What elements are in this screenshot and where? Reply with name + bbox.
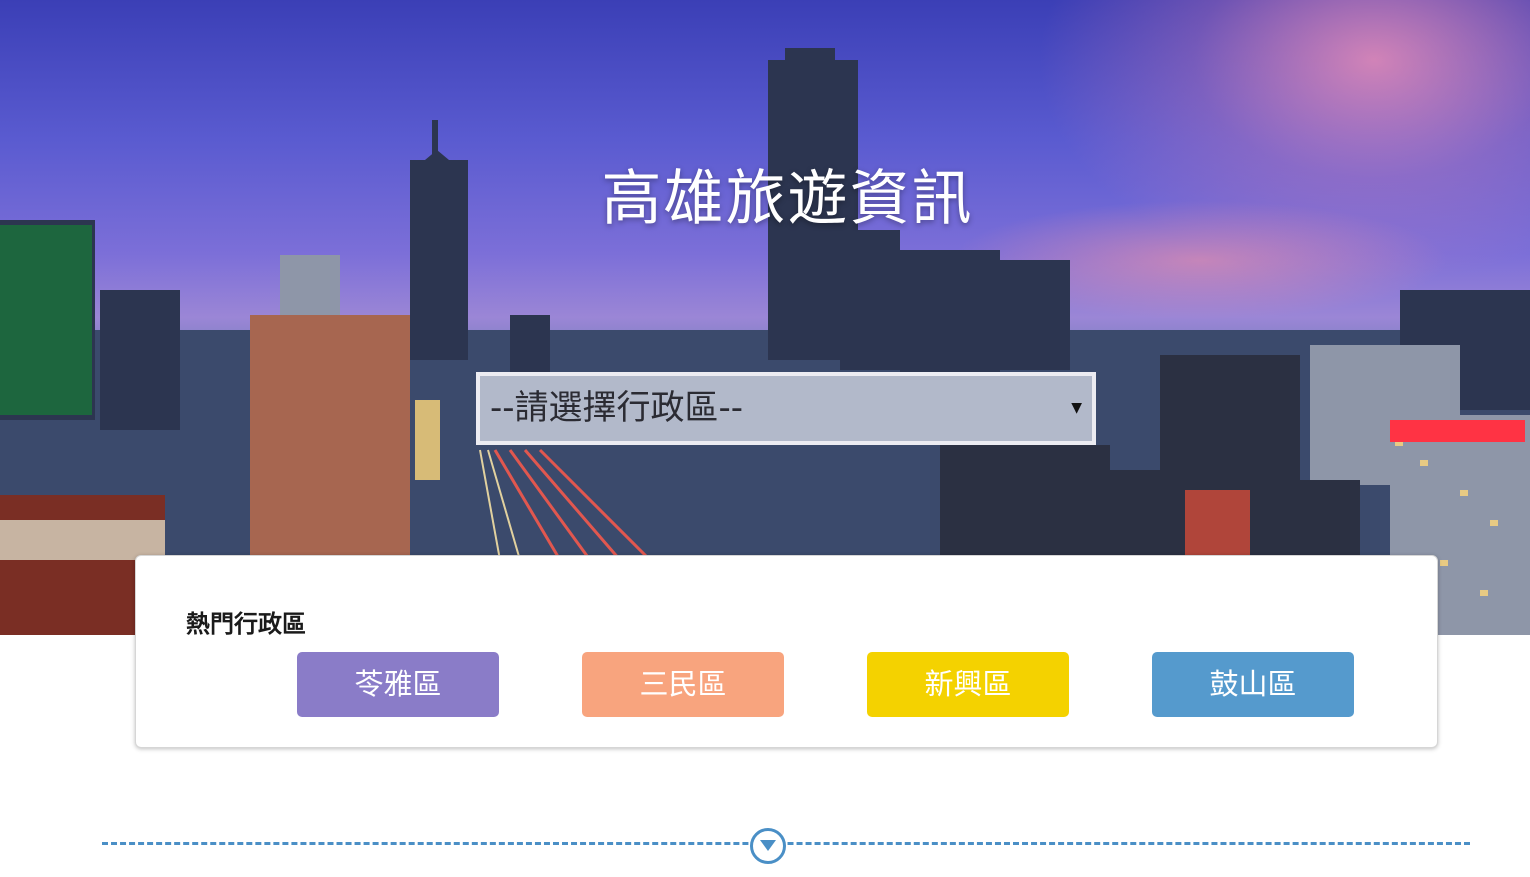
district-button-lingya[interactable]: 苓雅區 [297, 652, 499, 717]
district-select[interactable]: --請選擇行政區-- ▼ [476, 372, 1096, 445]
hero-banner: 高雄旅遊資訊 --請選擇行政區-- ▼ [0, 0, 1530, 635]
page-title: 高雄旅遊資訊 [601, 164, 974, 234]
chevron-down-icon: ▼ [1071, 400, 1082, 416]
district-select-value: --請選擇行政區-- [490, 388, 744, 428]
chevron-down-icon [760, 840, 776, 851]
city-skyline-image [0, 48, 1530, 635]
section-divider [102, 842, 1470, 845]
scroll-down-button[interactable] [750, 828, 786, 864]
hot-districts-title: 熱門行政區 [186, 610, 306, 638]
district-button-gushan[interactable]: 鼓山區 [1152, 652, 1354, 717]
district-button-xinxing[interactable]: 新興區 [867, 652, 1069, 717]
hot-districts-card: 熱門行政區 苓雅區 三民區 新興區 鼓山區 [135, 555, 1438, 748]
district-button-sanmin[interactable]: 三民區 [582, 652, 784, 717]
